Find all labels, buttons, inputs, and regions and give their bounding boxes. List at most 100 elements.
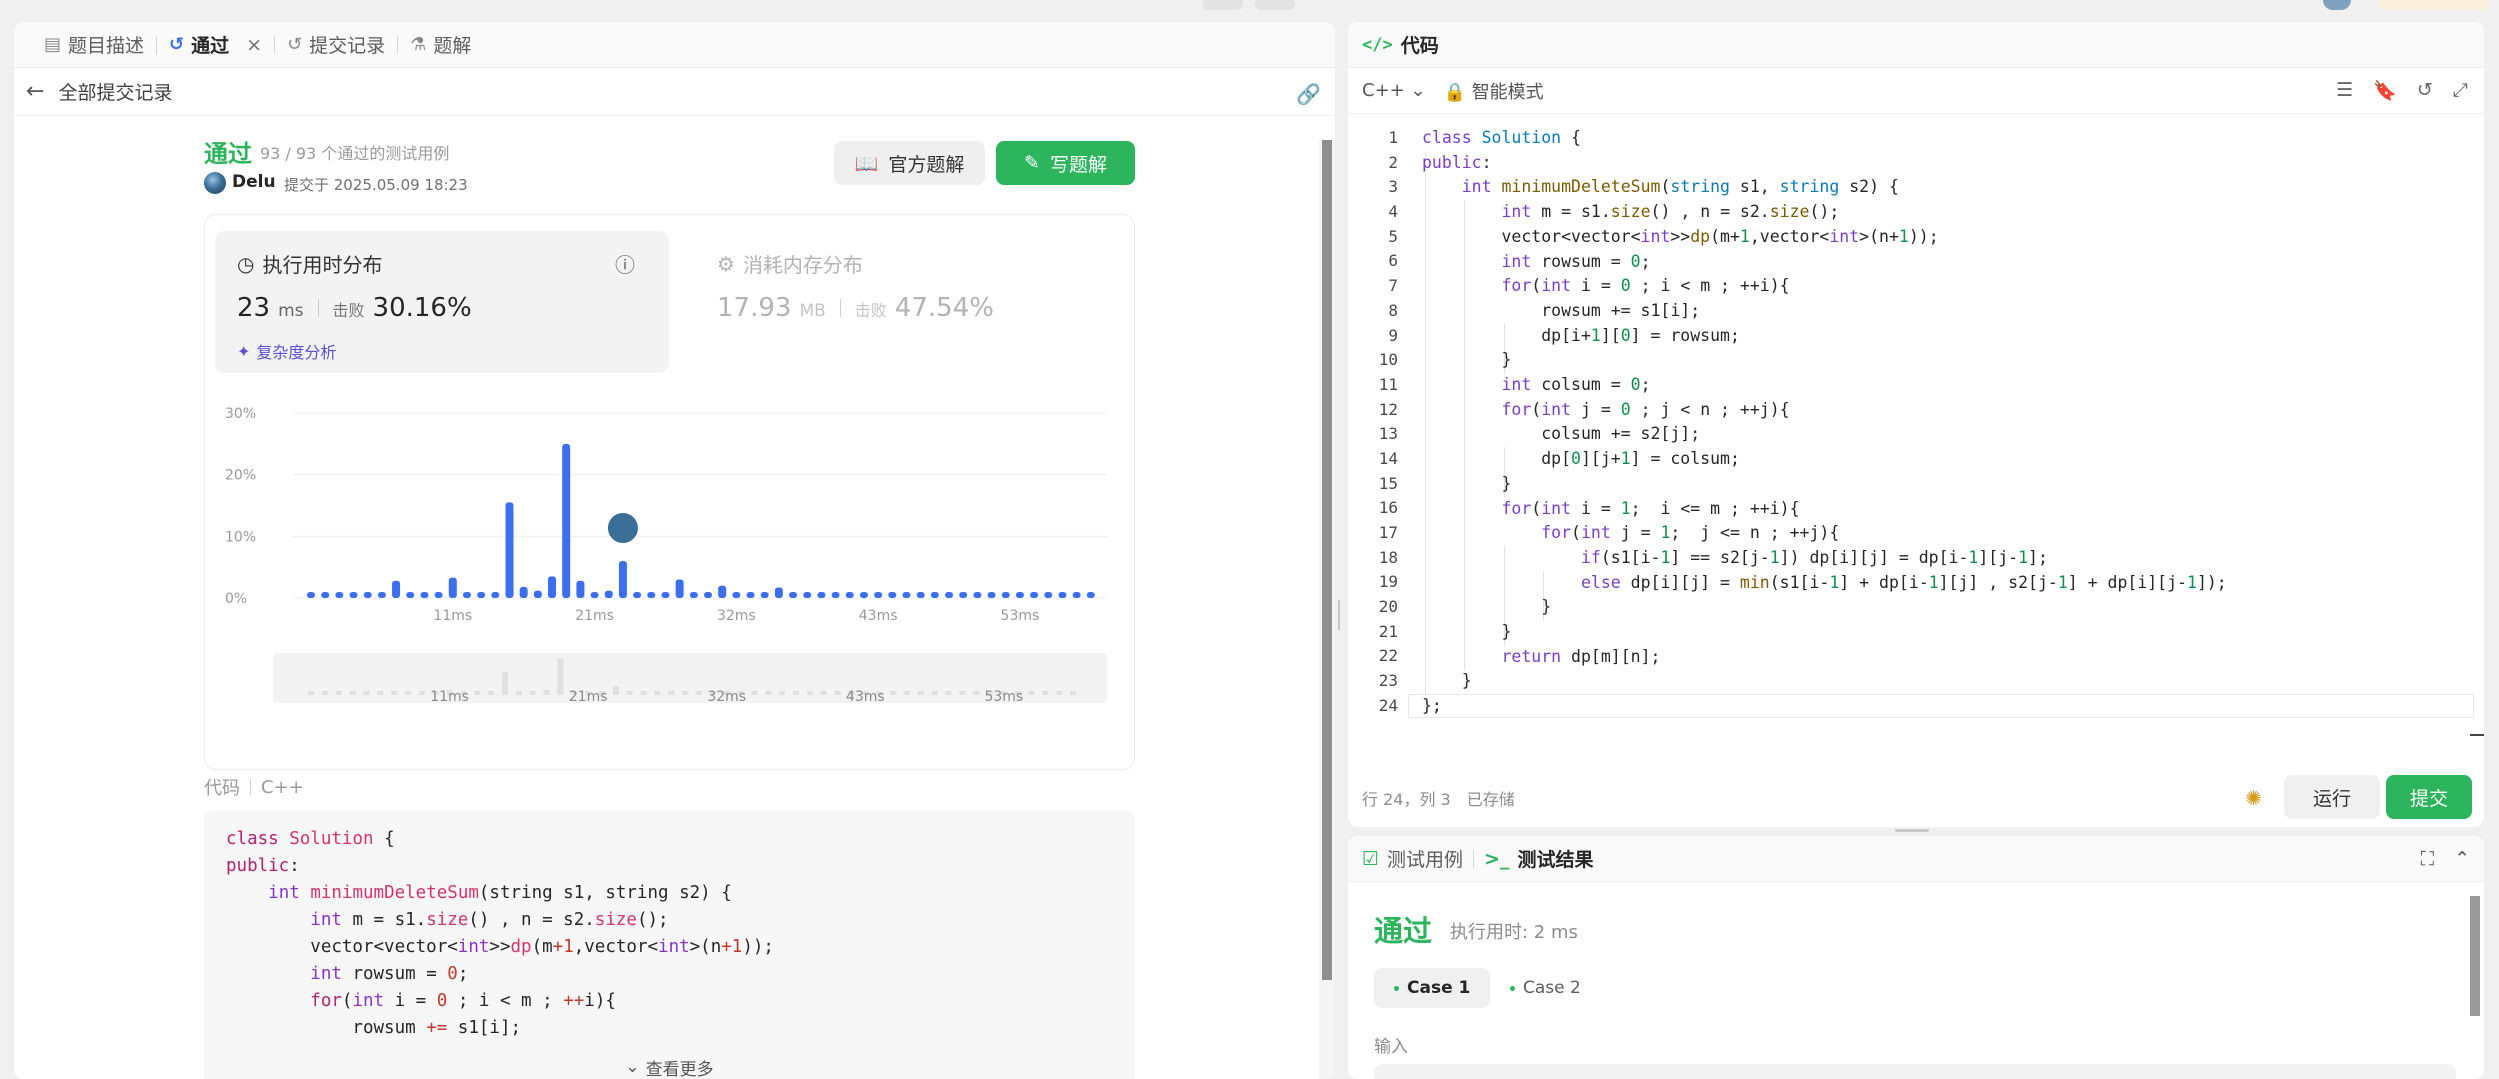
chart-bar[interactable] [604, 590, 613, 598]
fullscreen-icon[interactable]: ⛶ [2421, 848, 2434, 870]
chart-bar[interactable] [406, 592, 415, 598]
tab-submissions[interactable]: ↺ 提交记录 [275, 22, 397, 68]
debug-icon[interactable]: ✺ [2245, 786, 2262, 810]
tab-description[interactable]: ▤ 题目描述 [32, 22, 156, 68]
chart-bar[interactable] [562, 443, 571, 598]
chart-bar[interactable] [477, 592, 486, 598]
chart-bar[interactable] [718, 585, 727, 598]
scrollbar-thumb[interactable] [2470, 896, 2480, 1016]
chart-bar[interactable] [363, 592, 372, 598]
info-icon[interactable]: ⓘ [615, 249, 635, 278]
language-select[interactable]: C++ ⌄ [1362, 80, 1426, 101]
tab-test-cases[interactable]: ☑ 测试用例 [1362, 845, 1463, 872]
chart-bar[interactable] [392, 580, 401, 598]
back-label[interactable]: 全部提交记录 [58, 78, 172, 105]
submit-button[interactable]: 提交 [2386, 775, 2472, 819]
chart-bar[interactable] [618, 561, 627, 598]
chart-bar[interactable] [420, 592, 429, 598]
chart-bar[interactable] [959, 592, 968, 598]
panel-resize-handle[interactable] [1338, 600, 1344, 630]
range-brush[interactable] [273, 653, 1107, 703]
complexity-link[interactable]: ✦ 复杂度分析 [237, 339, 336, 363]
chart-bar[interactable] [661, 592, 670, 598]
chart-bar[interactable] [590, 592, 599, 598]
reset-icon[interactable]: ↺ [2417, 79, 2433, 102]
chart-bar[interactable] [533, 590, 542, 598]
avatar-top[interactable] [2323, 0, 2351, 10]
premium-badge[interactable] [2378, 0, 2488, 10]
chart-bar[interactable] [675, 579, 684, 599]
chart-bar[interactable] [647, 592, 656, 598]
chart-bar[interactable] [548, 576, 557, 598]
left-scrollbar[interactable] [1319, 140, 1335, 1079]
chart-bar[interactable] [973, 592, 982, 598]
write-solution-button[interactable]: ✎ 写题解 [996, 141, 1135, 185]
code-editor[interactable]: class Solution { public: int minimumDele… [1422, 126, 2227, 719]
arrow-left-icon[interactable]: ← [26, 79, 44, 104]
chart-bar[interactable] [845, 592, 854, 598]
chart-bar[interactable] [307, 592, 315, 598]
top-bar-button[interactable] [1203, 0, 1243, 10]
top-bar-button[interactable] [1255, 0, 1295, 10]
chart-bar[interactable] [746, 592, 755, 598]
chart-bar[interactable] [576, 580, 585, 598]
runtime-distribution-chart[interactable]: 30% 20% 10% 0% 11ms 21ms 32ms 43ms 53ms 11ms 21ms 3… [215, 383, 1115, 763]
see-more-button[interactable]: ⌄ 查看更多 [204, 1042, 1135, 1079]
chart-bar[interactable] [789, 592, 798, 598]
chart-bar[interactable] [945, 592, 954, 598]
chart-bar[interactable] [377, 592, 386, 598]
runtime-metric[interactable]: ◷ 执行用时分布 ⓘ 23 ms 击败 30.16% ✦ 复杂度分析 [215, 231, 669, 373]
chart-bar[interactable] [774, 587, 783, 598]
chart-bar[interactable] [505, 502, 514, 598]
tab-test-result[interactable]: >_ 测试结果 [1484, 845, 1593, 872]
chart-bar[interactable] [874, 592, 883, 598]
chart-bar[interactable] [902, 592, 911, 598]
chart-bar[interactable] [335, 592, 344, 598]
editor-scrollbar[interactable] [2470, 122, 2484, 762]
chart-bar[interactable] [491, 592, 500, 598]
chart-bar[interactable] [732, 592, 741, 598]
chart-bar[interactable] [1086, 592, 1095, 598]
close-icon[interactable]: × [246, 34, 262, 56]
chart-bar[interactable] [831, 592, 840, 598]
chart-bar[interactable] [916, 592, 925, 598]
case-2-tab[interactable]: Case 2 [1490, 968, 1601, 1008]
chart-bar[interactable] [519, 586, 528, 598]
chart-bar[interactable] [859, 592, 868, 598]
chart-bar[interactable] [930, 592, 939, 598]
chart-bar[interactable] [888, 592, 897, 598]
chart-bar[interactable] [448, 577, 457, 598]
tab-accepted[interactable]: ↺ 通过 × [157, 22, 274, 68]
chart-bar[interactable] [1058, 592, 1067, 598]
editor-code-text[interactable]: class Solution { public: int minimumDele… [1422, 126, 2227, 719]
avatar[interactable] [204, 172, 226, 194]
tab-solutions[interactable]: ⚗ 题解 [398, 22, 483, 68]
vertical-resize-handle[interactable] [1895, 829, 1929, 832]
chart-bar[interactable] [1001, 592, 1010, 598]
format-icon[interactable]: ☰ [2336, 79, 2353, 102]
chart-bar[interactable] [321, 592, 330, 598]
chart-bar[interactable] [349, 592, 358, 598]
expand-icon[interactable]: ⤢ [2453, 79, 2468, 102]
chart-bar[interactable] [1030, 592, 1039, 598]
scrollbar-thumb[interactable] [1322, 140, 1332, 980]
chart-bar[interactable] [987, 592, 996, 598]
memory-metric[interactable]: ⚙ 消耗内存分布 17.93 MB 击败 47.54% [695, 231, 1115, 373]
chart-bar[interactable] [817, 592, 826, 598]
chart-bar[interactable] [760, 592, 769, 598]
chart-bar[interactable] [434, 592, 443, 598]
chevron-up-icon[interactable]: ⌃ [2454, 848, 2470, 870]
official-solution-button[interactable]: 📖 官方题解 [834, 141, 985, 185]
chart-bar[interactable] [1044, 592, 1053, 598]
back-bar[interactable]: ← 全部提交记录 [14, 68, 1335, 116]
user-name[interactable]: Delu [232, 172, 276, 192]
your-submission-marker[interactable] [605, 511, 640, 545]
chart-bar[interactable] [1015, 592, 1024, 598]
run-button[interactable]: 运行 [2284, 775, 2380, 819]
chart-bar[interactable] [462, 592, 471, 598]
bookmark-icon[interactable]: 🔖 [2373, 79, 2397, 102]
chart-bar[interactable] [803, 592, 812, 598]
case-1-tab[interactable]: Case 1 [1374, 968, 1491, 1008]
chart-bar[interactable] [633, 592, 642, 598]
chart-bar[interactable] [704, 592, 712, 598]
